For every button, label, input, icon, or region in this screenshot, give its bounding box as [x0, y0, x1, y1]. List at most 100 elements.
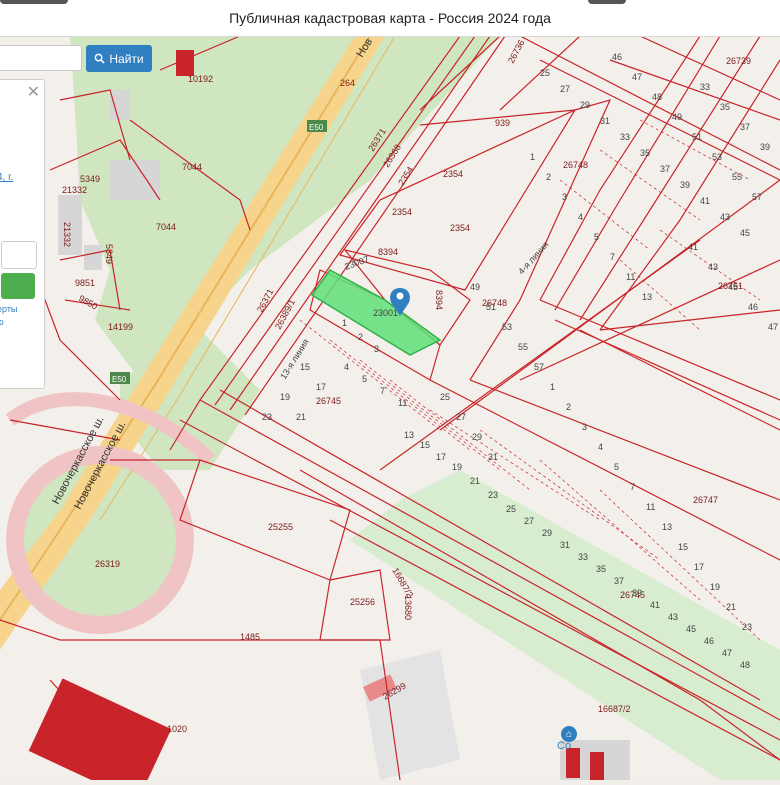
- lot-number: 31: [600, 116, 610, 126]
- lot-number: 45: [728, 282, 738, 292]
- lot-number: 25: [440, 392, 450, 402]
- svg-text:26739: 26739: [726, 56, 751, 66]
- close-icon[interactable]: ✕: [27, 82, 40, 102]
- lot-number: 55: [732, 172, 742, 182]
- lot-number: 53: [712, 152, 722, 162]
- poi-marker[interactable]: ⌂ Со: [557, 726, 577, 752]
- tab-edge-right: [588, 0, 626, 4]
- lot-number: 25: [540, 68, 550, 78]
- search-button[interactable]: Найти: [86, 45, 152, 72]
- lot-number: 1: [342, 318, 347, 328]
- building-red-small: [176, 50, 194, 76]
- svg-text:1485: 1485: [240, 632, 260, 642]
- lot-number: 11: [626, 272, 635, 282]
- svg-text:5349: 5349: [104, 244, 114, 264]
- svg-text:14199: 14199: [108, 322, 133, 332]
- svg-text:5349: 5349: [80, 174, 100, 184]
- lot-number: 3: [562, 192, 567, 202]
- lot-number: 53: [502, 322, 512, 332]
- lot-number: 23: [488, 490, 498, 500]
- search-input[interactable]: [0, 45, 82, 71]
- map-canvas[interactable]: 23001 Новочеркасское ш. Новочеркасское ш…: [0, 35, 780, 785]
- lot-number: 55: [518, 342, 528, 352]
- lot-number: 23: [742, 622, 752, 632]
- lot-number: 15: [678, 542, 688, 552]
- building: [84, 245, 102, 270]
- lot-number: 29: [542, 528, 552, 538]
- info-panel-action-button[interactable]: [1, 273, 35, 299]
- lot-number: 51: [486, 302, 496, 312]
- lot-number: 21: [296, 412, 306, 422]
- svg-text:1020: 1020: [167, 724, 187, 734]
- lot-number: 35: [720, 102, 730, 112]
- svg-text:26745: 26745: [316, 396, 341, 406]
- info-panel-link[interactable]: 4, г.: [0, 172, 13, 183]
- lot-number: 3: [582, 422, 587, 432]
- lot-number: 27: [560, 84, 570, 94]
- lot-number: 3: [374, 344, 379, 354]
- lot-number: 47: [632, 72, 642, 82]
- cadastral-map[interactable]: 23001 Новочеркасское ш. Новочеркасское ш…: [0, 35, 780, 785]
- svg-text:26748: 26748: [563, 160, 588, 170]
- lot-number: 11: [398, 398, 407, 408]
- svg-text:8394: 8394: [378, 247, 398, 257]
- lot-number: 13: [404, 430, 414, 440]
- lot-number: 39: [680, 180, 690, 190]
- highlighted-parcel-label: 23001: [373, 308, 398, 318]
- lot-number: 33: [578, 552, 588, 562]
- lot-number: 15: [420, 440, 430, 450]
- window-title-bar: Публичная кадастровая карта - Россия 202…: [0, 0, 780, 37]
- lot-number: 43: [708, 262, 718, 272]
- lot-number: 45: [740, 228, 750, 238]
- tab-edge-left: [0, 0, 68, 4]
- svg-text:21332: 21332: [62, 185, 87, 195]
- lot-number: 1: [550, 382, 555, 392]
- lot-number: 7: [380, 386, 385, 396]
- info-panel-text[interactable]: ерты: [0, 304, 17, 314]
- lot-number: 46: [612, 52, 622, 62]
- lot-number: 2: [546, 172, 551, 182]
- lot-number: 21: [470, 476, 480, 486]
- svg-text:9851: 9851: [75, 278, 95, 288]
- svg-text:13680: 13680: [403, 595, 413, 620]
- lot-number: 2: [358, 332, 363, 342]
- lot-number: 41: [700, 196, 710, 206]
- lot-number: 19: [280, 392, 290, 402]
- lot-number: 7: [610, 252, 615, 262]
- info-panel: ✕ 4, г. ерты ю: [0, 79, 45, 389]
- svg-text:264: 264: [340, 78, 355, 88]
- info-panel-field[interactable]: [1, 241, 37, 269]
- svg-text:939: 939: [495, 118, 510, 128]
- lot-number: 47: [768, 322, 778, 332]
- lot-number: 51: [692, 132, 702, 142]
- lot-number: 17: [694, 562, 704, 572]
- lot-number: 29: [580, 100, 590, 110]
- lot-number: 15: [300, 362, 310, 372]
- lot-number: 27: [456, 412, 466, 422]
- lot-number: 5: [594, 232, 599, 242]
- lot-number: 17: [316, 382, 326, 392]
- lot-number: 48: [740, 660, 750, 670]
- info-panel-text[interactable]: ю: [0, 317, 4, 327]
- svg-text:21332: 21332: [62, 222, 72, 247]
- svg-text:25255: 25255: [268, 522, 293, 532]
- lot-number: 35: [640, 148, 650, 158]
- road-shield-e50: E50: [309, 123, 324, 132]
- svg-text:16687/2: 16687/2: [598, 704, 631, 714]
- svg-text:25256: 25256: [350, 597, 375, 607]
- svg-text:2354: 2354: [443, 169, 463, 179]
- poi-label: Со: [557, 740, 572, 752]
- lot-number: 31: [560, 540, 570, 550]
- lot-number: 19: [710, 582, 720, 592]
- lot-number: 39: [632, 588, 642, 598]
- lot-number: 4: [344, 362, 349, 372]
- building-red-small: [566, 748, 580, 778]
- lot-number: 5: [362, 374, 367, 384]
- building: [110, 160, 160, 200]
- lot-number: 48: [652, 92, 662, 102]
- lot-number: 17: [436, 452, 446, 462]
- lot-number: 37: [614, 576, 624, 586]
- svg-text:2354: 2354: [392, 207, 412, 217]
- lot-number: 23: [262, 412, 272, 422]
- search-button-label: Найти: [109, 51, 144, 66]
